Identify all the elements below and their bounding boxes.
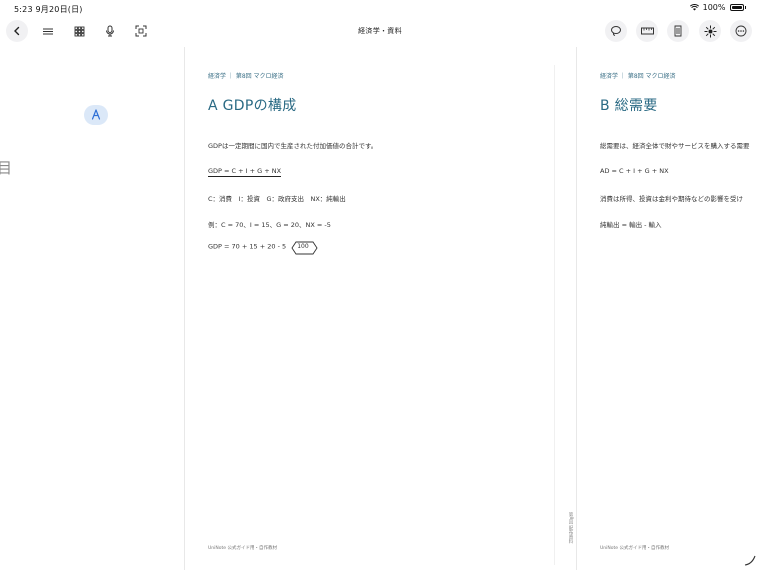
more-icon[interactable]	[730, 20, 752, 42]
ruler-icon[interactable]	[636, 20, 658, 42]
status-bar: 5:23 9月20日(日) 100%	[0, 0, 760, 18]
note-page-b[interactable]: 経済学 ｜ 第8回 マクロ経済 B 総需要 総需要は、経済全体で財やサービスを購…	[576, 47, 760, 570]
formula-line: GDP = C + I + G + NX	[208, 167, 282, 177]
toolbar: 経済学・資料	[0, 18, 760, 44]
status-time: 5:23 9月20日(日)	[14, 5, 83, 14]
page-footer: UniNote 公式ガイド用・自作教材	[208, 546, 277, 551]
text-line: 純輸出 = 輸出 - 輸入	[600, 221, 662, 229]
pen-icon	[91, 109, 101, 120]
page-icon[interactable]	[667, 20, 689, 42]
breadcrumb: 経済学 ｜ 第8回 マクロ経済	[600, 73, 676, 80]
text-line: 例：C = 70、I = 15、G = 20、NX = -5	[208, 221, 331, 229]
page-title: B 総需要	[600, 98, 658, 114]
page-title: A GDPの構成	[208, 98, 297, 114]
margin-guide	[554, 65, 555, 565]
pen-tool-button[interactable]	[84, 105, 108, 125]
text-line: GDPは一定期間に国内で生産された付加価値の合計です。	[208, 142, 378, 150]
status-right: 100%	[689, 3, 746, 12]
previous-page-area: 目	[0, 47, 184, 570]
calculation-line: GDP = 70 + 15 + 20 - 5 100	[208, 241, 318, 255]
text-line: C：消費 I：投資 G：政府支出 NX：純輸出	[208, 195, 346, 203]
page-footer: UniNote 公式ガイド用・自作教材	[600, 546, 669, 551]
text-line: 総需要は、経済全体で財やサービスを購入する需要	[600, 142, 750, 150]
side-note: 第8回 配布資料	[568, 512, 573, 544]
wifi-icon	[689, 4, 699, 11]
battery-percent: 100%	[702, 3, 726, 12]
laser-icon[interactable]	[699, 20, 721, 42]
text-line: 消費は所得、投資は金利や期待などの影響を受け	[600, 195, 743, 203]
answer-value: 100	[297, 243, 309, 250]
battery-icon	[729, 4, 744, 11]
answer-box[interactable]: 100	[291, 241, 318, 255]
note-page-a[interactable]: 経済学 ｜ 第8回 マクロ経済 A GDPの構成 GDPは一定期間に国内で生産さ…	[184, 47, 576, 570]
resize-handle-icon[interactable]	[744, 554, 756, 566]
cut-off-text: 目	[0, 159, 13, 177]
lasso-icon[interactable]	[605, 20, 627, 42]
breadcrumb: 経済学 ｜ 第8回 マクロ経済	[208, 73, 284, 80]
formula-line: AD = C + I + G + NX	[600, 167, 669, 175]
